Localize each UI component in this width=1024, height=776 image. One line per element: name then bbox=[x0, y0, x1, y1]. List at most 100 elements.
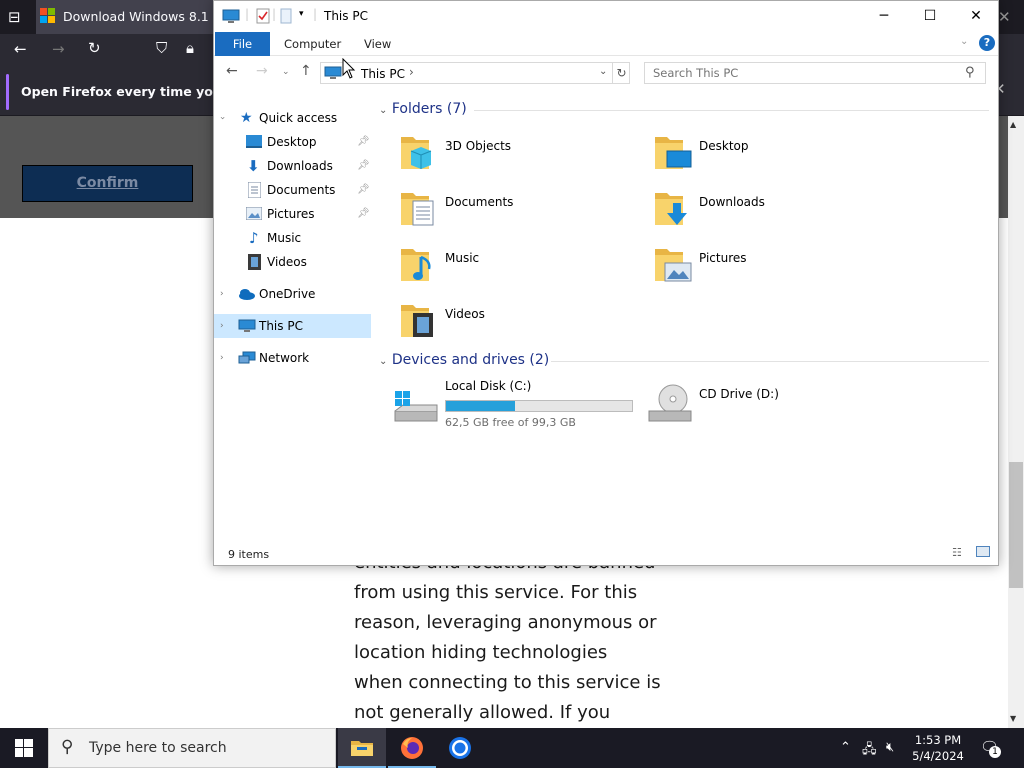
start-button[interactable] bbox=[0, 728, 48, 768]
mouse-cursor-icon bbox=[342, 58, 356, 79]
tab-file[interactable]: File bbox=[215, 32, 270, 56]
expand-arrow-icon[interactable]: › bbox=[220, 282, 224, 306]
search-box[interactable]: ⚲ bbox=[644, 62, 986, 84]
details-view-icon[interactable]: ☷ bbox=[952, 546, 962, 559]
sidebar-item-this-pc[interactable]: › This PC bbox=[214, 314, 371, 338]
back-icon[interactable]: ← bbox=[226, 63, 238, 79]
clock-time: 1:53 PM bbox=[914, 733, 962, 747]
folder-tile[interactable]: Downloads bbox=[633, 183, 883, 233]
drive-tile-c[interactable]: Local Disk (C:) 62,5 GB free of 99,3 GB bbox=[379, 377, 639, 433]
customize-toolbar-icon[interactable]: ▾ bbox=[299, 9, 304, 19]
close-button[interactable]: ✕ bbox=[953, 1, 999, 32]
lock-icon[interactable]: 🔒︎ bbox=[186, 39, 194, 57]
forward-icon[interactable]: → bbox=[256, 63, 268, 79]
sidebar-item-label: Pictures bbox=[267, 207, 315, 221]
notice-accent bbox=[6, 74, 9, 110]
large-icons-view-icon[interactable] bbox=[976, 546, 990, 557]
sidebar-item-videos[interactable]: Videos bbox=[214, 250, 371, 274]
sidebar-item-quick-access[interactable]: › ★ Quick access bbox=[214, 106, 371, 130]
search-icon[interactable]: ⚲ bbox=[965, 65, 975, 80]
folder-tile[interactable]: Pictures bbox=[633, 239, 883, 289]
taskbar-firefox[interactable] bbox=[388, 728, 436, 768]
taskbar-file-explorer[interactable] bbox=[338, 728, 386, 768]
sidebar-item-label: Music bbox=[267, 231, 302, 245]
refresh-icon[interactable]: ↻ bbox=[612, 63, 630, 83]
up-icon[interactable]: ↑ bbox=[300, 63, 312, 79]
recent-locations-icon[interactable]: ⌄ bbox=[282, 67, 290, 77]
folder-label: Documents bbox=[445, 195, 514, 209]
sidebar-item-music[interactable]: ♪ Music bbox=[214, 226, 371, 250]
folder-tile[interactable]: Videos bbox=[379, 295, 629, 345]
back-icon[interactable]: ← bbox=[14, 40, 27, 58]
folder-tile[interactable]: Desktop bbox=[633, 127, 883, 177]
properties-icon[interactable] bbox=[256, 8, 270, 24]
address-bar[interactable]: This PC › ⌄ ↻ bbox=[320, 62, 630, 84]
address-row: ← → ⌄ ↑ This PC › ⌄ ↻ ⚲ bbox=[214, 57, 998, 89]
confirm-button[interactable]: Confirm bbox=[22, 165, 193, 202]
minimize-button[interactable]: ─ bbox=[861, 1, 907, 32]
pin-icon[interactable]: 📌︎ bbox=[357, 202, 370, 226]
help-icon[interactable]: ? bbox=[979, 35, 995, 51]
forward-icon[interactable]: → bbox=[52, 40, 65, 58]
expand-arrow-icon[interactable]: › bbox=[220, 346, 224, 370]
shield-icon[interactable]: ⛉ bbox=[156, 39, 167, 57]
tab-list-icon[interactable]: ⊟ bbox=[8, 8, 21, 26]
sidebar-item-downloads[interactable]: ⬇ Downloads 📌︎ bbox=[214, 154, 371, 178]
this-pc-icon bbox=[324, 66, 342, 79]
show-hidden-icons-icon[interactable]: ⌃ bbox=[840, 740, 851, 755]
notification-center-button[interactable]: 🗨︎ 1 bbox=[980, 738, 1002, 758]
sidebar-item-documents[interactable]: Documents 📌︎ bbox=[214, 178, 371, 202]
pin-icon[interactable]: 📌︎ bbox=[357, 154, 370, 178]
separator: | bbox=[313, 7, 318, 21]
folder-tile[interactable]: Documents bbox=[379, 183, 629, 233]
sidebar-item-desktop[interactable]: Desktop 📌︎ bbox=[214, 130, 371, 154]
volume-muted-icon[interactable]: 🔇︎ bbox=[886, 740, 894, 755]
chrome-icon bbox=[449, 737, 471, 759]
breadcrumb-chevron-icon[interactable]: › bbox=[409, 65, 414, 79]
ribbon-tabs: File Computer View ⌄ ? bbox=[214, 32, 998, 56]
scroll-up-icon[interactable]: ▲ bbox=[1010, 120, 1016, 129]
3d-objects-icon bbox=[401, 137, 432, 169]
collapse-icon[interactable]: ⌄ bbox=[379, 105, 387, 116]
address-path[interactable]: This PC bbox=[361, 67, 405, 81]
expand-ribbon-icon[interactable]: ⌄ bbox=[960, 36, 968, 47]
tab-view[interactable]: View bbox=[364, 32, 391, 56]
devices-header[interactable]: ⌄ Devices and drives (2) bbox=[379, 352, 549, 368]
window-title: This PC bbox=[324, 9, 368, 23]
downloads-icon bbox=[655, 193, 687, 225]
collapse-icon[interactable]: ⌄ bbox=[379, 356, 387, 367]
windows-start-icon bbox=[15, 739, 33, 757]
maximize-button[interactable]: ☐ bbox=[907, 1, 953, 32]
network-status-icon[interactable]: 🖧︎ bbox=[862, 740, 877, 762]
sidebar-item-label: Documents bbox=[267, 183, 336, 197]
sidebar-item-pictures[interactable]: Pictures 📌︎ bbox=[214, 202, 371, 226]
sidebar-item-label: Videos bbox=[267, 255, 307, 269]
taskbar-chrome[interactable] bbox=[436, 728, 484, 768]
title-bar[interactable]: | | ▾ | This PC ─ ☐ ✕ bbox=[214, 1, 998, 32]
address-dropdown-icon[interactable]: ⌄ bbox=[599, 66, 607, 77]
folders-header[interactable]: ⌄ Folders (7) bbox=[379, 101, 467, 117]
folder-tile[interactable]: Music bbox=[379, 239, 629, 289]
sidebar-item-onedrive[interactable]: › OneDrive bbox=[214, 282, 371, 306]
scrollbar-thumb[interactable] bbox=[1009, 462, 1023, 588]
pin-icon[interactable]: 📌︎ bbox=[357, 178, 370, 202]
page-scrollbar[interactable] bbox=[1008, 116, 1024, 728]
close-tab-icon[interactable]: ✕ bbox=[998, 8, 1011, 26]
expand-arrow-icon[interactable]: › bbox=[220, 314, 224, 338]
sidebar-item-network[interactable]: › Network bbox=[214, 346, 371, 370]
expand-arrow-icon[interactable]: › bbox=[210, 116, 234, 120]
taskbar-clock[interactable]: 1:53 PM 5/4/2024 bbox=[908, 732, 968, 764]
downloads-icon: ⬇ bbox=[247, 157, 260, 175]
folder-tile[interactable]: 3D Objects bbox=[379, 127, 629, 177]
this-pc-icon bbox=[238, 319, 256, 332]
drive-tile-d[interactable]: CD Drive (D:) bbox=[633, 377, 833, 433]
tab-computer[interactable]: Computer bbox=[284, 32, 341, 56]
videos-icon bbox=[401, 305, 433, 337]
scroll-down-icon[interactable]: ▼ bbox=[1010, 714, 1016, 723]
pin-icon[interactable]: 📌︎ bbox=[357, 130, 370, 154]
reload-icon[interactable]: ↻ bbox=[88, 39, 101, 57]
network-icon bbox=[238, 351, 256, 364]
taskbar-search-box[interactable]: ⚲ Type here to search bbox=[48, 728, 336, 768]
new-folder-icon[interactable] bbox=[280, 8, 292, 24]
search-input[interactable] bbox=[645, 63, 955, 83]
